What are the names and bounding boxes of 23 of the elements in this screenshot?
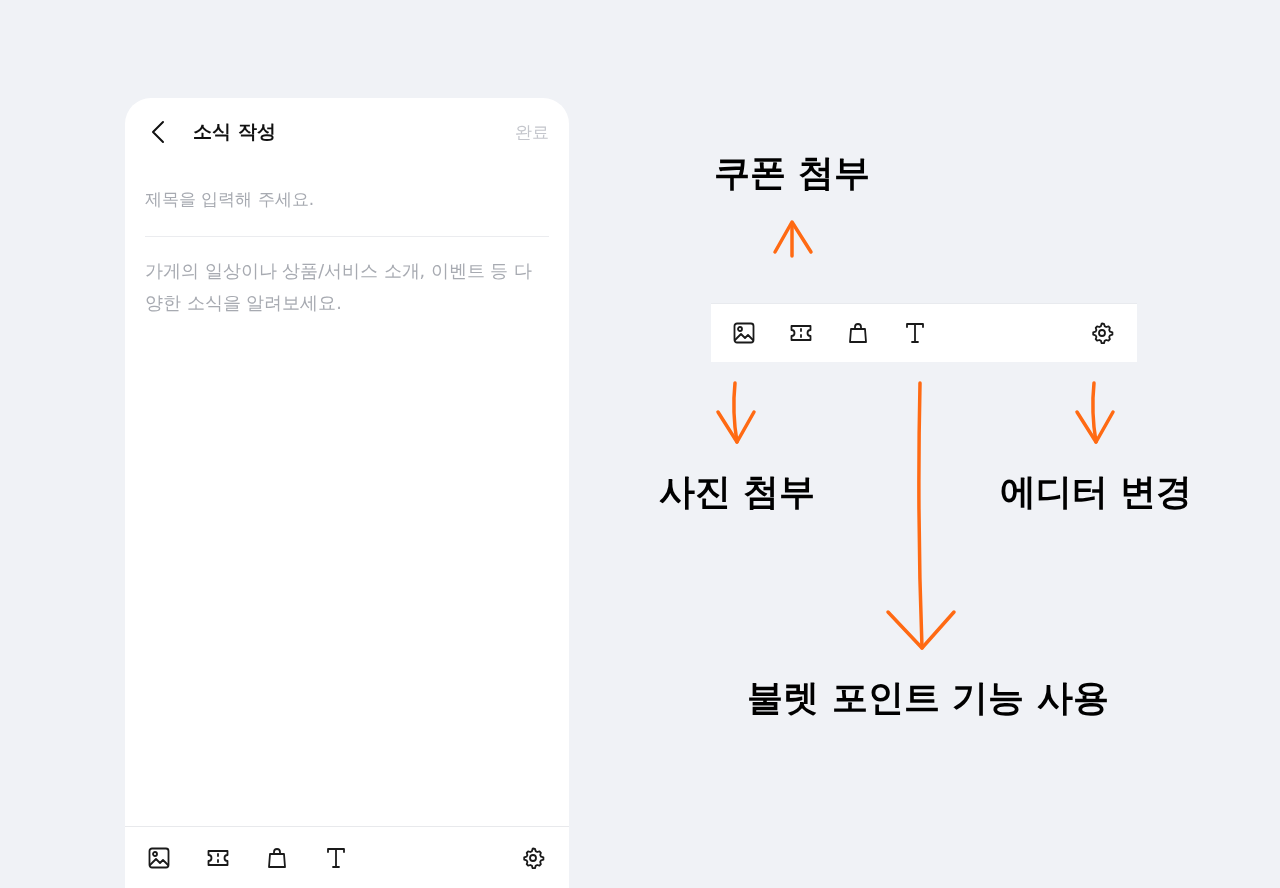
text-button[interactable] bbox=[324, 845, 348, 870]
back-icon bbox=[151, 120, 165, 144]
settings-icon bbox=[521, 845, 545, 870]
shopping-bag-icon bbox=[846, 321, 870, 345]
text-icon bbox=[324, 845, 348, 870]
image-button[interactable] bbox=[147, 845, 171, 870]
settings-button[interactable] bbox=[1090, 321, 1114, 345]
image-button[interactable] bbox=[732, 321, 756, 345]
text-button[interactable] bbox=[903, 321, 927, 345]
annotation-label: 에디터 변경 bbox=[999, 470, 1193, 514]
annotation-label: 쿠폰 첨부 bbox=[713, 151, 871, 195]
settings-button[interactable] bbox=[521, 845, 545, 870]
annotation-label: 사진 첨부 bbox=[658, 470, 816, 514]
image-icon bbox=[732, 321, 756, 345]
settings-icon bbox=[1090, 321, 1114, 345]
screen-title: 소식 작성 bbox=[193, 119, 277, 144]
shopping-bag-button[interactable] bbox=[265, 845, 289, 870]
done-button[interactable]: 완료 bbox=[515, 120, 549, 144]
shopping-bag-icon bbox=[265, 845, 289, 870]
image-icon bbox=[147, 845, 171, 870]
annotation-label: 불렛 포인트 기능 사용 bbox=[747, 676, 1109, 720]
text-icon bbox=[903, 321, 927, 345]
shopping-bag-button[interactable] bbox=[846, 321, 870, 345]
